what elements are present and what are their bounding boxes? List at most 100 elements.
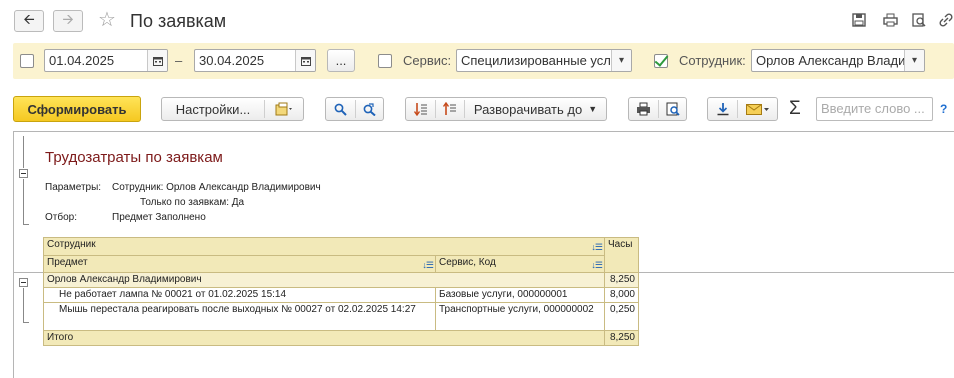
service-checkbox[interactable] (378, 54, 392, 68)
print-button[interactable] (629, 98, 658, 120)
find-button[interactable] (326, 98, 355, 120)
header-service-text: Сервис, Код (439, 257, 496, 268)
save-to-file-button[interactable] (708, 98, 737, 120)
header-employee[interactable]: Сотрудник ↓☰ (43, 237, 605, 256)
date-to-value: 30.04.2025 (199, 53, 265, 68)
header-row: Предмет ↓☰ Сервис, Код ↓☰ (43, 255, 639, 273)
filter-label: Отбор: (45, 212, 77, 223)
arrow-left-icon: 🡨 (23, 11, 35, 27)
export-group (707, 97, 778, 121)
print-icon (637, 102, 650, 116)
collapse-all-icon (443, 102, 456, 115)
generate-button[interactable]: Сформировать (13, 96, 141, 122)
row-subject[interactable]: Мышь перестала реагировать после выходны… (43, 302, 436, 331)
print-preview-button[interactable] (659, 98, 686, 120)
outline-line (23, 322, 29, 323)
find-next-button[interactable] (356, 98, 383, 120)
sum-icon[interactable]: Σ (789, 98, 801, 120)
collapse-group-icon[interactable] (19, 278, 28, 287)
outline-line (23, 136, 24, 168)
header-hours-text: Часы (608, 239, 633, 250)
param-only-requests: Только по заявкам: Да (140, 197, 245, 208)
dropdown-arrow-icon: ▼ (588, 104, 598, 114)
send-email-button[interactable] (738, 98, 777, 120)
find-group (325, 97, 384, 121)
period-select-button[interactable]: ... (327, 49, 355, 72)
report-title: Трудозатраты по заявкам (45, 149, 223, 166)
page-title: По заявкам (130, 11, 227, 31)
forward-button[interactable]: 🡪 (53, 10, 83, 32)
header-hours[interactable]: Часы (604, 237, 639, 273)
envelope-icon (745, 104, 769, 115)
collapse-all-button[interactable] (436, 98, 464, 120)
collapse-header-icon[interactable] (19, 169, 28, 178)
header-row: Сотрудник ↓☰ Часы (43, 237, 639, 273)
service-select[interactable]: Специлизированные усл ▾ (456, 49, 632, 72)
header-service[interactable]: Сервис, Код ↓☰ (435, 255, 605, 273)
report-variants-icon (275, 102, 292, 116)
title-bar: 🡨 🡪 ☆ По заявкам (0, 0, 954, 42)
table-row[interactable]: Мышь перестала реагировать после выходны… (43, 302, 639, 331)
back-button[interactable]: 🡨 (14, 10, 44, 32)
employee-label: Сотрудник: (679, 53, 746, 68)
settings-button[interactable]: Настройки... (162, 98, 264, 120)
calendar-icon[interactable] (295, 50, 315, 71)
params-label: Параметры: (45, 182, 102, 193)
row-hours[interactable]: 8,000 (604, 287, 639, 303)
employee-select[interactable]: Орлов Александр Влади ▾ (751, 49, 925, 72)
group-employee-name[interactable]: Орлов Александр Владимирович (43, 272, 605, 288)
header-subject[interactable]: Предмет ↓☰ (43, 255, 436, 273)
group-hours[interactable]: 8,250 (604, 272, 639, 288)
total-label[interactable]: Итого (43, 330, 605, 346)
sort-icon[interactable]: ↓☰ (422, 259, 434, 271)
calendar-icon[interactable] (147, 50, 167, 71)
preview-icon[interactable] (911, 12, 927, 28)
outline-line (23, 179, 24, 224)
period-checkbox[interactable] (20, 54, 34, 68)
search-icon (334, 103, 347, 116)
expand-all-icon (413, 103, 427, 116)
expand-group: Разворачивать до ▼ (405, 97, 607, 121)
group-row[interactable]: Орлов Александр Владимирович 8,250 (43, 272, 639, 288)
save-icon[interactable] (851, 12, 867, 28)
favorite-star-icon[interactable]: ☆ (98, 9, 116, 31)
total-row[interactable]: Итого 8,250 (43, 330, 639, 346)
filter-panel: 01.04.2025 – 30.04.2025 ... Сервис: Спец… (13, 43, 954, 79)
date-dash: – (175, 53, 183, 68)
service-value: Специлизированные усл (461, 53, 611, 68)
find-next-icon (363, 102, 376, 116)
date-from-field[interactable]: 01.04.2025 (44, 49, 168, 72)
search-input[interactable]: Введите слово ... (816, 97, 933, 121)
print-icon[interactable] (882, 12, 898, 28)
date-from-value: 01.04.2025 (49, 53, 115, 68)
outline-line (23, 288, 24, 322)
help-button[interactable]: ? (940, 102, 947, 116)
row-service[interactable]: Базовые услуги, 000000001 (435, 287, 605, 303)
expand-to-label: Разворачивать до (473, 101, 583, 117)
filter-value: Предмет Заполнено (112, 212, 206, 223)
employee-checkbox[interactable] (654, 54, 668, 68)
date-to-field[interactable]: 30.04.2025 (194, 49, 316, 72)
link-icon[interactable] (938, 12, 954, 28)
row-hours[interactable]: 0,250 (604, 302, 639, 331)
expand-all-button[interactable] (406, 98, 435, 120)
settings-group: Настройки... (161, 97, 304, 121)
variants-button[interactable] (265, 98, 303, 120)
header-employee-text: Сотрудник (47, 239, 96, 250)
sort-icon[interactable]: ↓☰ (591, 259, 603, 271)
sort-icon[interactable]: ↓☰ (591, 241, 603, 253)
dropdown-arrow-icon[interactable]: ▾ (611, 50, 631, 71)
row-service[interactable]: Транспортные услуги, 000000002 (435, 302, 605, 331)
report-spreadsheet[interactable]: Трудозатраты по заявкам Параметры: Сотру… (13, 131, 954, 378)
dropdown-arrow-icon[interactable]: ▾ (904, 50, 924, 71)
print-preview-icon (666, 102, 680, 116)
download-icon (717, 103, 728, 116)
total-hours[interactable]: 8,250 (604, 330, 639, 346)
employee-value: Орлов Александр Влади (756, 53, 906, 68)
expand-to-dropdown[interactable]: Разворачивать до ▼ (465, 98, 606, 120)
arrow-right-icon: 🡪 (62, 11, 74, 27)
row-subject[interactable]: Не работает лампа № 00021 от 01.02.2025 … (43, 287, 436, 303)
report-table: Сотрудник ↓☰ Часы Предмет ↓☰ Сервис, Код… (43, 237, 639, 346)
table-row[interactable]: Не работает лампа № 00021 от 01.02.2025 … (43, 287, 639, 303)
service-label: Сервис: (403, 53, 452, 68)
